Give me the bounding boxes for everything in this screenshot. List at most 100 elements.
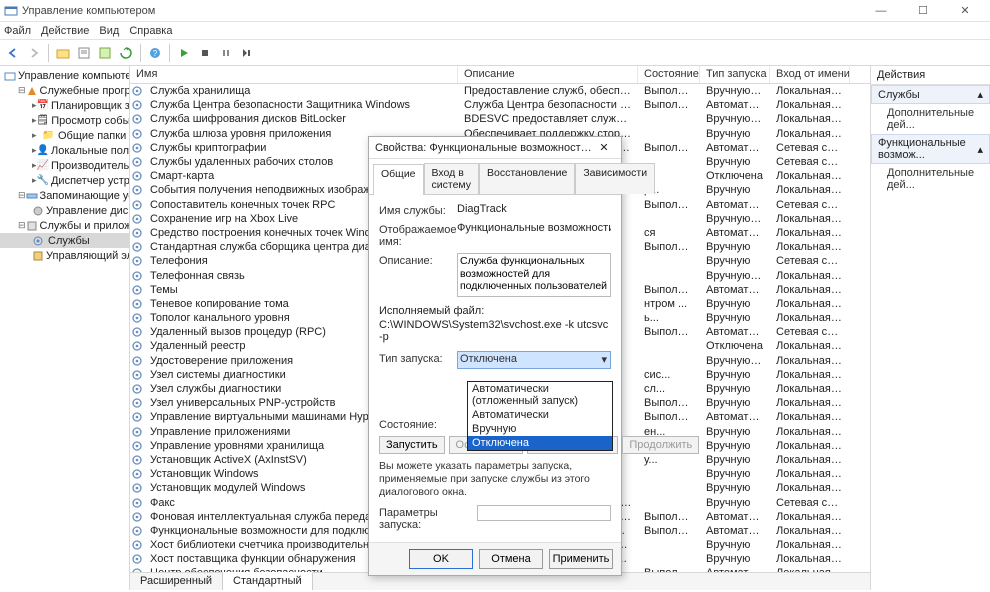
menu-help[interactable]: Справка [129, 25, 172, 37]
close-button[interactable]: ✕ [944, 0, 986, 22]
properties-icon[interactable] [75, 44, 93, 62]
startup-type-dropdown[interactable]: Автоматически (отложенный запуск) Автома… [467, 381, 613, 451]
maximize-button[interactable]: ☐ [902, 0, 944, 22]
resume-button: Продолжить [622, 436, 699, 454]
startup-opt-auto[interactable]: Автоматически [468, 408, 612, 422]
col-logon[interactable]: Вход от имени [770, 66, 850, 83]
start-params-input[interactable] [477, 505, 611, 521]
actions-section-selected[interactable]: Функциональные возмож...▴ [871, 134, 990, 164]
back-icon[interactable] [4, 44, 22, 62]
gear-icon [130, 553, 144, 565]
table-row[interactable]: Служба шифрования дисков BitLockerBDESVC… [130, 112, 870, 126]
gear-icon [130, 298, 144, 310]
col-state[interactable]: Состояние [638, 66, 700, 83]
tree-item[interactable]: ▸👤Локальные пользова [0, 143, 129, 158]
tab-dependencies[interactable]: Зависимости [575, 163, 655, 194]
tab-recovery[interactable]: Восстановление [479, 163, 575, 194]
tab-standard[interactable]: Стандартный [223, 572, 313, 590]
gear-icon [130, 525, 144, 537]
tree-pane: Управление компьютером (л ⊟Служебные про… [0, 66, 130, 590]
titlebar: Управление компьютером — ☐ ✕ [0, 0, 990, 22]
tab-logon[interactable]: Вход в систему [424, 163, 479, 194]
tree-item[interactable]: ▸📈Производительност [0, 158, 129, 173]
table-row[interactable]: Служба Центра безопасности Защитника Win… [130, 98, 870, 112]
dialog-tabs: Общие Вход в систему Восстановление Зави… [369, 159, 621, 195]
tree-services[interactable]: Службы [0, 233, 129, 248]
col-desc[interactable]: Описание [458, 66, 638, 83]
table-row[interactable]: Служба хранилищаПредоставление служб, об… [130, 84, 870, 98]
label-state: Состояние: [379, 417, 457, 431]
svg-text:?: ? [153, 49, 158, 58]
tree-disk-mgmt[interactable]: Управление дисками [0, 203, 129, 218]
actions-more-1[interactable]: Дополнительные дей... [871, 104, 990, 134]
export-icon[interactable] [96, 44, 114, 62]
gear-icon [130, 255, 144, 267]
stop-icon[interactable] [196, 44, 214, 62]
tree-storage[interactable]: ⊟Запоминающие устройс [0, 188, 129, 203]
gear-icon [130, 355, 144, 367]
minimize-button[interactable]: — [860, 0, 902, 22]
gear-icon [130, 426, 144, 438]
properties-dialog: Свойства: Функциональные возможности для… [368, 136, 622, 576]
startup-opt-auto-delayed[interactable]: Автоматически (отложенный запуск) [468, 382, 612, 408]
actions-title: Действия [871, 66, 990, 85]
gear-icon [130, 128, 144, 140]
menu-view[interactable]: Вид [99, 25, 119, 37]
startup-opt-manual[interactable]: Вручную [468, 422, 612, 436]
apply-button[interactable]: Применить [549, 549, 613, 569]
forward-icon[interactable] [25, 44, 43, 62]
app-icon [4, 4, 18, 18]
tree-services-apps[interactable]: ⊟Службы и приложения [0, 218, 129, 233]
dialog-titlebar[interactable]: Свойства: Функциональные возможности для… [369, 137, 621, 159]
tree-item[interactable]: ▸📁Общие папки [0, 128, 129, 143]
startup-opt-disabled[interactable]: Отключена [468, 436, 612, 450]
startup-type-combo[interactable]: Отключена▾ [457, 351, 611, 369]
tab-general[interactable]: Общие [373, 164, 424, 195]
play-icon[interactable] [175, 44, 193, 62]
chevron-down-icon: ▾ [601, 353, 607, 366]
label-service-name: Имя службы: [379, 203, 457, 217]
folder-icon[interactable] [54, 44, 72, 62]
tree-item[interactable]: ▸🗒Просмотр событий [0, 113, 129, 128]
cancel-button[interactable]: Отмена [479, 549, 543, 569]
tree-item[interactable]: ▸📅Планировщик задани [0, 98, 129, 113]
gear-icon [130, 241, 144, 253]
gear-icon [130, 113, 144, 125]
value-service-name: DiagTrack [457, 203, 611, 215]
chevron-up-icon: ▴ [977, 88, 983, 101]
gear-icon [130, 270, 144, 282]
refresh-icon[interactable] [117, 44, 135, 62]
gear-icon [130, 411, 144, 423]
label-startup-type: Тип запуска: [379, 351, 457, 365]
gear-icon [130, 482, 144, 494]
description-box[interactable] [457, 253, 611, 297]
dialog-footer: OK Отмена Применить [369, 542, 621, 575]
gear-icon [130, 156, 144, 168]
ok-button[interactable]: OK [409, 549, 473, 569]
gear-icon [130, 142, 144, 154]
tree-wmi[interactable]: Управляющий элемен [0, 248, 129, 263]
chevron-up-icon: ▴ [977, 143, 983, 156]
tree-root[interactable]: Управление компьютером (л [0, 68, 129, 83]
label-start-params: Параметры запуска: [379, 505, 477, 531]
tree-item[interactable]: ▸🔧Диспетчер устройст [0, 173, 129, 188]
gear-icon [130, 213, 144, 225]
value-display-name: Функциональные возможности для подключен… [457, 222, 611, 234]
menu-file[interactable]: Файл [4, 25, 31, 37]
gear-icon [130, 170, 144, 182]
restart-icon[interactable] [238, 44, 256, 62]
tab-extended[interactable]: Расширенный [130, 573, 223, 590]
actions-more-2[interactable]: Дополнительные дей... [871, 164, 990, 194]
param-help-text: Вы можете указать параметры запуска, при… [379, 460, 611, 499]
menu-action[interactable]: Действие [41, 25, 89, 37]
tree-system-tools[interactable]: ⊟Служебные программы [0, 83, 129, 98]
help-icon[interactable]: ? [146, 44, 164, 62]
gear-icon [130, 284, 144, 296]
dialog-close-icon[interactable]: ✕ [593, 141, 615, 154]
gear-icon [130, 468, 144, 480]
col-start[interactable]: Тип запуска [700, 66, 770, 83]
actions-section-services[interactable]: Службы▴ [871, 85, 990, 104]
col-name[interactable]: Имя [130, 66, 458, 83]
start-button[interactable]: Запустить [379, 436, 445, 454]
pause-icon[interactable] [217, 44, 235, 62]
